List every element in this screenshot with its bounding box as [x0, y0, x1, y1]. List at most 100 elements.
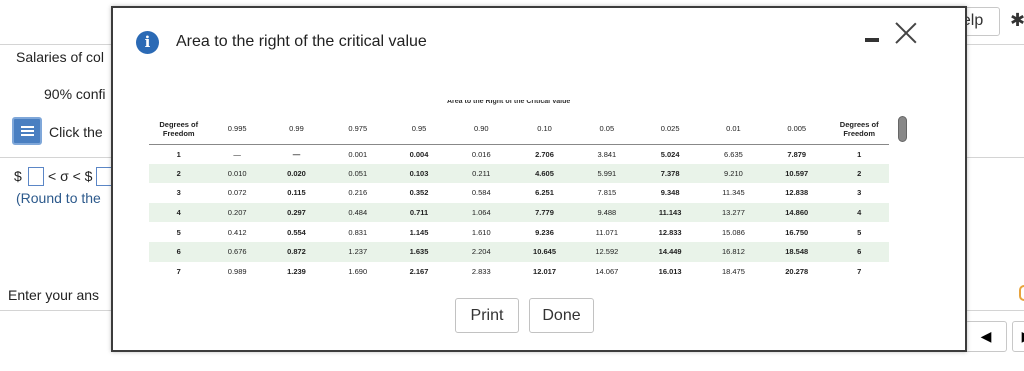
value-cell: 15.086 — [702, 222, 765, 242]
area-header: 0.01 — [702, 114, 765, 145]
value-cell: 0.010 — [208, 163, 266, 184]
table-header-row: Degrees of Freedom 0.995 0.99 0.975 0.95 0.9… — [149, 114, 889, 145]
chi-square-table: Degrees of Freedom 0.995 0.99 0.975 0.95 0.9… — [149, 114, 889, 282]
value-cell: 16.750 — [764, 222, 830, 242]
click-instructions: Click the — [49, 124, 103, 140]
df-cell: 1 — [829, 144, 889, 164]
area-header: 0.90 — [449, 114, 513, 145]
gear-icon[interactable]: ✱ — [1010, 10, 1024, 31]
value-cell: 12.017 — [512, 261, 577, 282]
value-cell: 0.004 — [388, 144, 450, 164]
df-cell: 6 — [149, 241, 209, 262]
scrollbar-thumb[interactable] — [898, 116, 907, 142]
next-button[interactable]: ▶ — [1012, 321, 1024, 352]
value-cell: 9.488 — [576, 202, 638, 223]
value-cell: 4.605 — [512, 163, 577, 184]
value-cell: 0.484 — [327, 202, 389, 223]
value-cell: 3.841 — [576, 144, 638, 164]
value-cell: 18.548 — [764, 241, 830, 262]
critical-value-dialog: i Area to the right of the critical valu… — [111, 6, 967, 352]
value-cell: 0.297 — [265, 202, 328, 223]
value-cell: 12.592 — [576, 241, 638, 262]
value-cell: 0.872 — [265, 241, 328, 262]
lower-bound-input[interactable] — [28, 167, 44, 186]
df-cell: 7 — [149, 261, 209, 282]
value-cell: 0.051 — [327, 163, 389, 184]
print-button[interactable]: Print — [455, 298, 519, 333]
minimize-icon[interactable] — [865, 38, 879, 42]
area-header: 0.99 — [265, 114, 328, 145]
close-icon[interactable] — [895, 22, 917, 44]
upper-bound-input[interactable] — [96, 167, 112, 186]
table-row: 7 0.989 1.239 1.690 2.167 2.833 12.017 14.067 16… — [149, 261, 889, 282]
value-cell: 0.016 — [449, 144, 513, 164]
confidence-text: 90% confi — [44, 86, 106, 102]
value-cell: 0.115 — [265, 183, 328, 203]
value-cell: 11.345 — [702, 183, 765, 203]
value-cell: 0.211 — [449, 163, 513, 184]
table-caption: Area to the Right of the Critical Value — [447, 100, 571, 105]
area-header: 0.05 — [576, 114, 638, 145]
area-header: 0.025 — [637, 114, 703, 145]
value-cell: 0.711 — [388, 202, 450, 223]
value-cell: 5.991 — [576, 163, 638, 184]
value-cell: 9.236 — [512, 222, 577, 242]
enter-answer-text: Enter your ans — [8, 287, 100, 303]
value-cell: 7.879 — [764, 144, 830, 164]
value-cell: 0.072 — [208, 183, 266, 203]
value-cell: 7.815 — [576, 183, 638, 203]
table-row: 3 0.072 0.115 0.216 0.352 0.584 6.251 7.815 9.34… — [149, 183, 889, 203]
df-header-left: Degrees of Freedom — [149, 114, 209, 145]
book-icon[interactable] — [12, 117, 42, 145]
df-cell: 3 — [149, 183, 209, 203]
value-cell: 2.833 — [449, 261, 513, 282]
value-cell: 6.251 — [512, 183, 577, 203]
value-cell: 2.204 — [449, 241, 513, 262]
table-row: 6 0.676 0.872 1.237 1.635 2.204 10.645 12.592 14… — [149, 241, 889, 262]
value-cell: 16.013 — [637, 261, 703, 282]
progress-indicator — [1019, 285, 1024, 301]
area-header: 0.95 — [388, 114, 450, 145]
value-cell: 0.412 — [208, 222, 266, 242]
value-cell: 0.103 — [388, 163, 450, 184]
value-cell: 0.216 — [327, 183, 389, 203]
value-cell: 1.610 — [449, 222, 513, 242]
area-header: 0.995 — [208, 114, 266, 145]
df-cell: 2 — [149, 163, 209, 184]
table-row: 2 0.010 0.020 0.051 0.103 0.211 4.605 5.991 7.37… — [149, 163, 889, 184]
df-cell: 6 — [829, 241, 889, 262]
previous-button[interactable]: ◀ — [965, 321, 1007, 352]
value-cell: 0.020 — [265, 163, 328, 184]
df-header-right: Degrees of Freedom — [829, 114, 889, 145]
interval-symbols: < σ < $ — [48, 168, 93, 184]
df-cell: 7 — [829, 261, 889, 282]
value-cell: 11.143 — [637, 202, 703, 223]
value-cell: 18.475 — [702, 261, 765, 282]
value-cell: 6.635 — [702, 144, 765, 164]
df-cell: 5 — [149, 222, 209, 242]
info-icon: i — [136, 31, 159, 54]
df-cell: 5 — [829, 222, 889, 242]
dollar-sign: $ — [14, 168, 22, 184]
value-cell: 9.210 — [702, 163, 765, 184]
table-row: 5 0.412 0.554 0.831 1.145 1.610 9.236 11.071 12.… — [149, 222, 889, 242]
df-cell: 1 — [149, 144, 209, 164]
done-button[interactable]: Done — [529, 298, 594, 333]
value-cell: 0.584 — [449, 183, 513, 203]
value-cell: 7.378 — [637, 163, 703, 184]
value-cell: 0.352 — [388, 183, 450, 203]
value-cell: 0.989 — [208, 261, 266, 282]
value-cell: 0.207 — [208, 202, 266, 223]
dialog-title: Area to the right of the critical value — [176, 33, 427, 50]
value-cell: 0.676 — [208, 241, 266, 262]
value-cell: 1.064 — [449, 202, 513, 223]
value-cell: — — [265, 144, 328, 164]
value-cell: 1.239 — [265, 261, 328, 282]
value-cell: 16.812 — [702, 241, 765, 262]
round-instructions: (Round to the — [16, 190, 101, 206]
value-cell: 0.001 — [327, 144, 389, 164]
value-cell: 20.278 — [764, 261, 830, 282]
value-cell: 10.645 — [512, 241, 577, 262]
df-cell: 4 — [829, 202, 889, 223]
value-cell: 10.597 — [764, 163, 830, 184]
